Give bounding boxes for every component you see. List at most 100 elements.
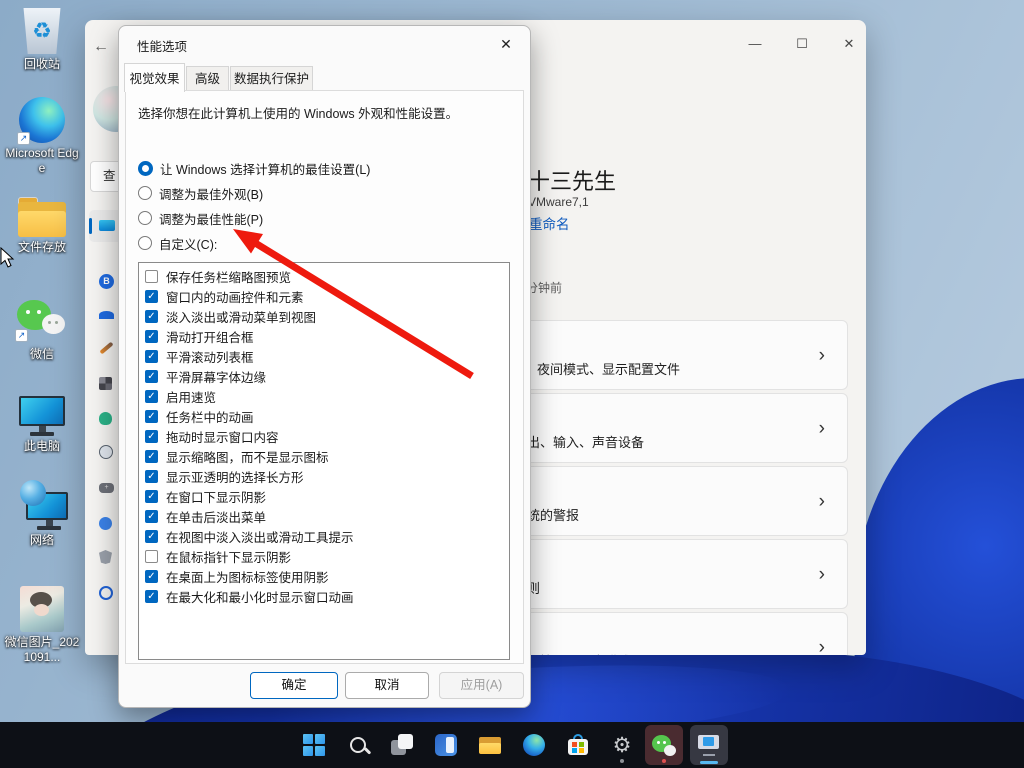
tab-visual-effects[interactable]: 视觉效果 bbox=[124, 63, 185, 92]
taskbar-system-properties-button[interactable] bbox=[690, 725, 728, 765]
visual-effect-label: 平滑滚动列表框 bbox=[166, 347, 254, 366]
visual-effect-row[interactable]: ✓任务栏中的动画 bbox=[145, 406, 254, 426]
checkbox-checked-icon[interactable]: ✓ bbox=[145, 450, 158, 463]
taskbar-start-button[interactable] bbox=[295, 725, 333, 765]
checkbox-checked-icon[interactable]: ✓ bbox=[145, 370, 158, 383]
checkbox-checked-icon[interactable]: ✓ bbox=[145, 290, 158, 303]
radio-label: 调整为最佳外观(B) bbox=[159, 184, 263, 203]
visual-effect-row[interactable]: ✓ 在最大化和最小化时显示窗口动画 bbox=[145, 586, 354, 606]
maximize-button[interactable]: ☐ bbox=[787, 32, 817, 56]
sidebar-item-network-icon[interactable] bbox=[99, 305, 116, 322]
cancel-button[interactable]: 取消 bbox=[345, 672, 429, 699]
desktop-icon-this-pc[interactable]: 此电脑 bbox=[0, 396, 84, 454]
accounts-icon bbox=[99, 412, 112, 425]
visual-effect-label: 显示缩略图，而不是显示图标 bbox=[166, 447, 329, 466]
visual-effect-row[interactable]: ✓在单击后淡出菜单 bbox=[145, 506, 266, 526]
sidebar-item-time-language-icon[interactable] bbox=[99, 444, 116, 461]
visual-effect-row[interactable]: ✓平滑屏幕字体边缘 bbox=[145, 366, 266, 386]
taskbar-settings-button[interactable]: ⚙ bbox=[603, 725, 641, 765]
sidebar-item-system-icon[interactable] bbox=[99, 216, 116, 233]
radio-selected-icon[interactable] bbox=[138, 161, 153, 176]
checkbox-checked-icon[interactable]: ✓ bbox=[145, 470, 158, 483]
desktop-icon-edge[interactable]: ↗ Microsoft Edge bbox=[0, 97, 84, 176]
radio-option-2[interactable]: 调整为最佳性能(P) bbox=[138, 207, 263, 229]
desktop-icon-label: 微信图片_2021091... bbox=[4, 635, 80, 665]
sidebar-item-bluetooth-icon[interactable]: B bbox=[99, 274, 116, 291]
shortcut-arrow-icon: ↗ bbox=[17, 132, 30, 145]
sidebar-item-accessibility-icon[interactable] bbox=[99, 515, 116, 532]
taskbar-edge-button[interactable] bbox=[515, 725, 553, 765]
sidebar-item-personalization-icon[interactable] bbox=[99, 339, 116, 356]
visual-effect-row[interactable]: ✓在桌面上为图标标签使用阴影 bbox=[145, 566, 329, 586]
radio-option-1[interactable]: 调整为最佳外观(B) bbox=[138, 182, 263, 204]
checkbox-checked-icon[interactable]: ✓ bbox=[145, 330, 158, 343]
sidebar-item-windows-update-icon[interactable] bbox=[99, 585, 116, 602]
desktop-icon-wechat[interactable]: ↗ 微信 bbox=[0, 300, 84, 362]
visual-effect-row[interactable]: ✓在视图中淡入淡出或滑动工具提示 bbox=[145, 526, 354, 546]
desktop-icon-recycle-bin[interactable]: ♻ 回收站 bbox=[0, 8, 84, 72]
taskbar-task-view-button[interactable] bbox=[383, 725, 421, 765]
radio-option-3[interactable]: 自定义(C): bbox=[138, 232, 217, 254]
globe-icon bbox=[20, 480, 46, 506]
visual-effect-row[interactable]: ✓拖动时显示窗口内容 bbox=[145, 426, 279, 446]
visual-effect-row[interactable]: ✓滑动打开组合框 bbox=[145, 326, 254, 346]
taskbar-wechat-button[interactable] bbox=[645, 725, 683, 765]
visual-effect-row[interactable]: ✓ 显示缩略图，而不是显示图标 bbox=[145, 446, 329, 466]
checkbox-checked-icon[interactable]: ✓ bbox=[145, 570, 158, 583]
checkbox-checked-icon[interactable]: ✓ bbox=[145, 510, 158, 523]
checkbox-checked-icon[interactable]: ✓ bbox=[145, 530, 158, 543]
settings-card-label: 出、输入、声音设备 bbox=[527, 432, 644, 451]
radio-icon[interactable] bbox=[138, 236, 152, 250]
sidebar-item-privacy-icon[interactable] bbox=[99, 549, 116, 566]
radio-icon[interactable] bbox=[138, 186, 152, 200]
taskbar-widgets-button[interactable] bbox=[427, 725, 465, 765]
rename-link[interactable]: 重命名 bbox=[529, 213, 570, 233]
visual-effect-row[interactable]: ✓淡入淡出或滑动菜单到视图 bbox=[145, 306, 316, 326]
visual-effect-row[interactable]: ✓窗口内的动画控件和元素 bbox=[145, 286, 304, 306]
chevron-right-icon: › bbox=[819, 418, 825, 440]
taskbar-store-button[interactable] bbox=[559, 725, 597, 765]
checkbox-checked-icon[interactable]: ✓ bbox=[145, 390, 158, 403]
checkbox-checked-icon[interactable]: ✓ bbox=[145, 590, 158, 603]
settings-card-4[interactable]: 用情况、节电模式 › bbox=[498, 612, 848, 655]
visual-effect-row[interactable]: ✓ 平滑滚动列表框 bbox=[145, 346, 254, 366]
settings-card-2[interactable]: 统的警报› bbox=[498, 466, 848, 536]
minimize-button[interactable]: — bbox=[740, 32, 770, 56]
visual-effect-row[interactable]: 保存任务栏缩略图预览 bbox=[145, 266, 291, 286]
desktop-icon-wechat-image[interactable]: 微信图片_2021091... bbox=[0, 586, 84, 665]
checkbox-checked-icon[interactable]: ✓ bbox=[145, 310, 158, 323]
sidebar-item-accounts-icon[interactable] bbox=[99, 410, 116, 427]
checkbox-unchecked-icon[interactable] bbox=[145, 270, 158, 283]
taskbar-search-button[interactable] bbox=[339, 725, 377, 765]
visual-effect-label: 在最大化和最小化时显示窗口动画 bbox=[166, 587, 354, 606]
sidebar-item-gaming-icon[interactable]: + bbox=[99, 479, 116, 496]
ok-button[interactable]: 确定 bbox=[250, 672, 338, 699]
checkbox-checked-icon[interactable]: ✓ bbox=[145, 350, 158, 363]
settings-card-0[interactable]: 夜间模式、显示配置文件› bbox=[498, 320, 848, 390]
visual-effect-row[interactable]: ✓启用速览 bbox=[145, 386, 216, 406]
visual-effects-listbox[interactable]: 保存任务栏缩略图预览✓窗口内的动画控件和元素✓淡入淡出或滑动菜单到视图✓滑动打开… bbox=[138, 262, 510, 660]
visual-effect-row[interactable]: ✓显示亚透明的选择长方形 bbox=[145, 466, 304, 486]
settings-card-1[interactable]: 出、输入、声音设备 › bbox=[498, 393, 848, 463]
checkbox-checked-icon[interactable]: ✓ bbox=[145, 430, 158, 443]
chevron-right-icon: › bbox=[819, 637, 825, 655]
visual-effect-row[interactable]: ✓在窗口下显示阴影 bbox=[145, 486, 266, 506]
tab-dep[interactable]: 数据执行保护 bbox=[230, 66, 313, 91]
settings-card-3[interactable]: 则› bbox=[498, 539, 848, 609]
checkbox-checked-icon[interactable]: ✓ bbox=[145, 490, 158, 503]
checkbox-checked-icon[interactable]: ✓ bbox=[145, 410, 158, 423]
visual-effect-row[interactable]: 在鼠标指针下显示阴影 bbox=[145, 546, 291, 566]
dialog-close-button[interactable]: ✕ bbox=[490, 30, 522, 58]
tab-advanced[interactable]: 高级 bbox=[186, 66, 229, 91]
taskbar-file-explorer-button[interactable] bbox=[471, 725, 509, 765]
settings-card-label: 用情况、节电模式 bbox=[527, 651, 631, 655]
checkbox-unchecked-icon[interactable] bbox=[145, 550, 158, 563]
radio-option-0[interactable]: 让 Windows 选择计算机的最佳设置(L) bbox=[138, 157, 370, 179]
radio-icon[interactable] bbox=[138, 211, 152, 225]
active-window-indicator bbox=[700, 761, 718, 764]
sidebar-item-apps-icon[interactable] bbox=[99, 375, 116, 392]
back-icon[interactable]: ← bbox=[93, 38, 109, 56]
close-button[interactable]: ✕ bbox=[834, 32, 864, 56]
desktop-icon-network[interactable]: 网络 bbox=[0, 492, 84, 548]
wechat-icon: ↗ bbox=[17, 300, 67, 344]
